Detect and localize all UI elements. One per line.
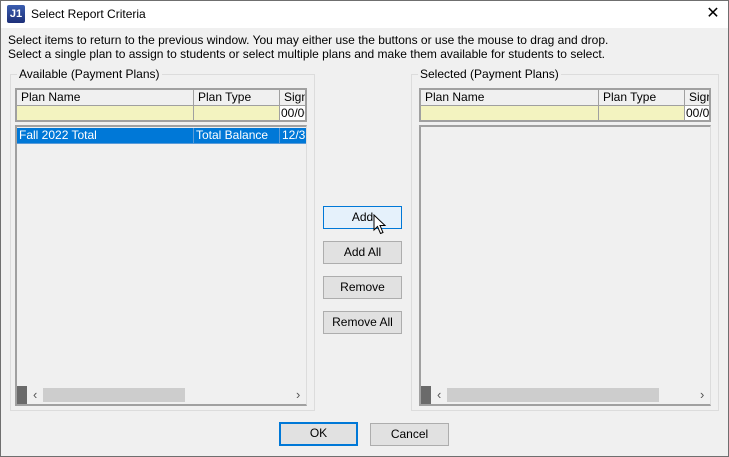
- available-filter-grid: Plan Name Plan Type Sign 00/00: [15, 88, 307, 122]
- filter-plan-name[interactable]: [421, 106, 599, 120]
- selected-group: Selected (Payment Plans) Plan Name Plan …: [411, 67, 719, 411]
- filter-plan-name[interactable]: [17, 106, 194, 120]
- column-header-sign[interactable]: Sign: [280, 90, 305, 106]
- cancel-button[interactable]: Cancel: [370, 423, 449, 446]
- column-header-sign[interactable]: Sign: [685, 90, 709, 106]
- remove-all-button[interactable]: Remove All: [323, 311, 402, 334]
- scroll-right-icon[interactable]: ›: [296, 386, 300, 404]
- scroll-left-icon[interactable]: ‹: [437, 386, 441, 404]
- add-all-button[interactable]: Add All: [323, 241, 402, 264]
- horizontal-scrollbar[interactable]: ‹ ›: [17, 386, 306, 404]
- column-header-plan-name[interactable]: Plan Name: [17, 90, 194, 106]
- app-logo-icon: J1: [7, 5, 25, 23]
- selected-legend: Selected (Payment Plans): [418, 67, 561, 81]
- filter-plan-type[interactable]: [599, 106, 685, 120]
- selected-list[interactable]: ‹ ›: [419, 125, 711, 406]
- filter-sign[interactable]: 00/00: [280, 106, 305, 120]
- available-group: Available (Payment Plans) Plan Name Plan…: [10, 67, 315, 411]
- available-legend: Available (Payment Plans): [17, 67, 162, 81]
- scroll-right-icon[interactable]: ›: [700, 386, 704, 404]
- horizontal-scrollbar[interactable]: ‹ ›: [421, 386, 710, 404]
- remove-button[interactable]: Remove: [323, 276, 402, 299]
- scroll-thumb[interactable]: [447, 388, 659, 402]
- filter-plan-type[interactable]: [194, 106, 280, 120]
- filter-sign[interactable]: 00/00: [685, 106, 709, 120]
- sign-cell: 12/31: [280, 128, 306, 144]
- scrollbar-corner: [17, 386, 27, 404]
- list-item[interactable]: Fall 2022 Total Total Balance 12/31: [17, 128, 306, 144]
- close-icon[interactable]: ✕: [699, 3, 727, 25]
- mouse-cursor-icon: [373, 214, 387, 235]
- scrollbar-corner: [421, 386, 431, 404]
- column-header-plan-type[interactable]: Plan Type: [599, 90, 685, 106]
- select-report-criteria-dialog: J1 Select Report Criteria ✕ Select items…: [0, 0, 729, 457]
- title-bar: J1 Select Report Criteria ✕: [1, 1, 728, 28]
- scroll-thumb[interactable]: [43, 388, 185, 402]
- ok-button[interactable]: OK: [279, 422, 358, 446]
- instruction-line-1: Select items to return to the previous w…: [8, 33, 609, 47]
- window-title: Select Report Criteria: [31, 7, 146, 21]
- plan-name-cell: Fall 2022 Total: [17, 128, 194, 144]
- add-button[interactable]: Add: [323, 206, 402, 229]
- column-header-plan-type[interactable]: Plan Type: [194, 90, 280, 106]
- column-header-plan-name[interactable]: Plan Name: [421, 90, 599, 106]
- scroll-left-icon[interactable]: ‹: [33, 386, 37, 404]
- available-list[interactable]: Fall 2022 Total Total Balance 12/31 ‹ ›: [15, 125, 307, 406]
- plan-type-cell: Total Balance: [194, 128, 280, 144]
- selected-filter-grid: Plan Name Plan Type Sign 00/00: [419, 88, 711, 122]
- instruction-line-2: Select a single plan to assign to studen…: [8, 47, 605, 61]
